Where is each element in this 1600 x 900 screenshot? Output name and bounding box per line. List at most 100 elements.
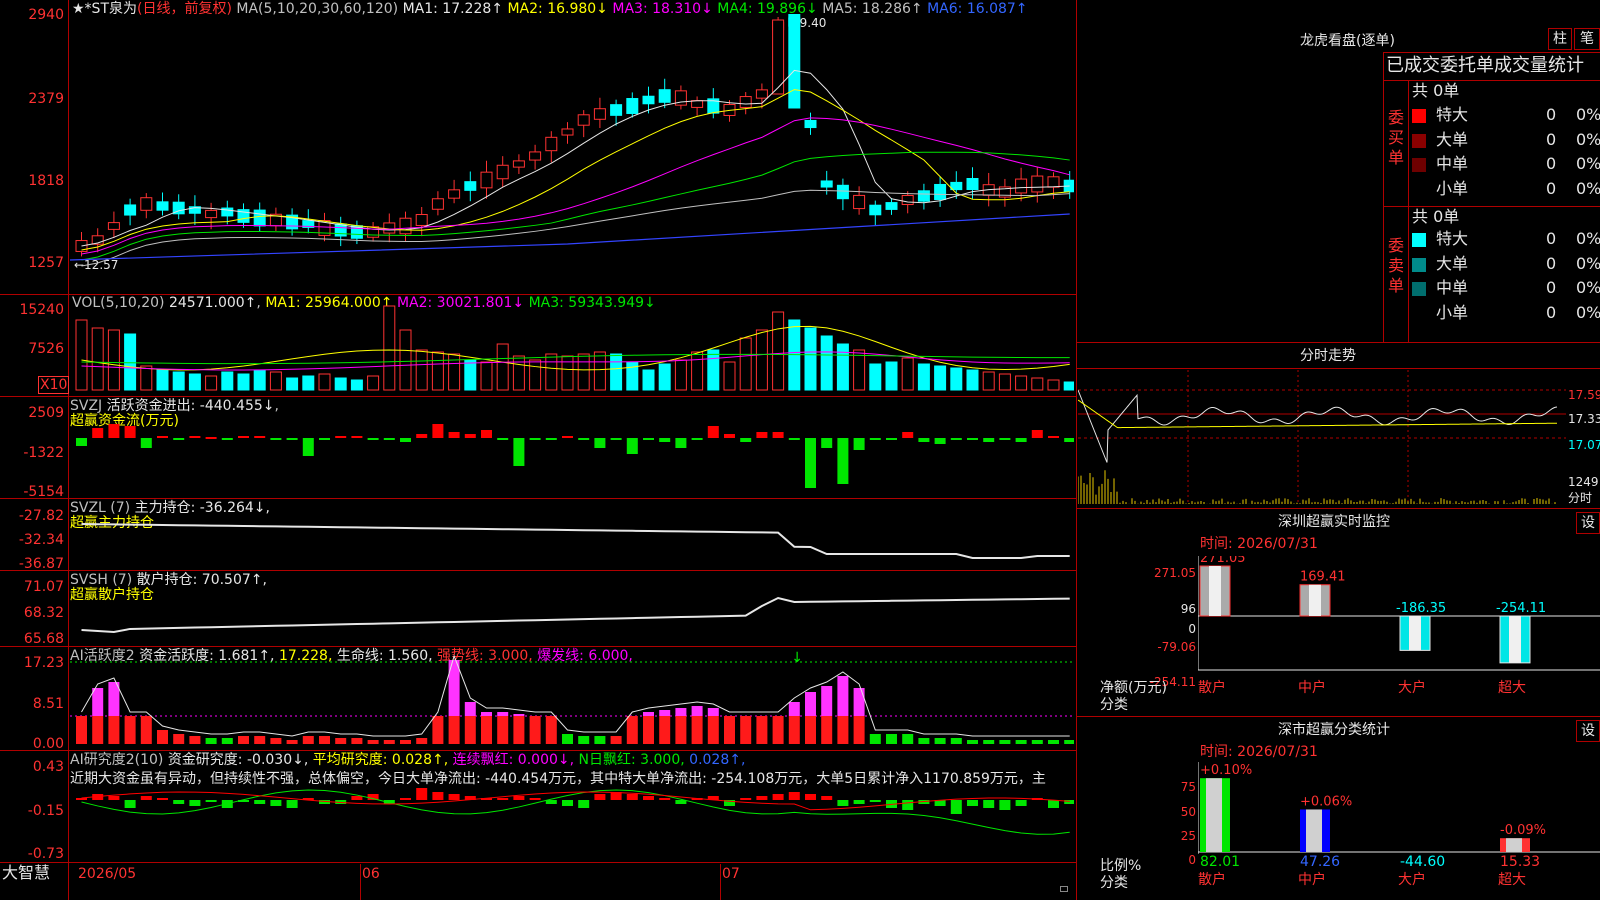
- svzj-ytick: -1322: [23, 445, 64, 461]
- stat-cat-label: 超大: [1498, 872, 1526, 888]
- research-bar: [400, 798, 411, 800]
- research-bar: [983, 800, 995, 808]
- svzj-chart[interactable]: [70, 400, 1074, 496]
- activity-bar: [351, 738, 363, 744]
- buy-name: 特大: [1436, 105, 1469, 124]
- buy-pct: 0%: [1576, 154, 1600, 173]
- svzj-bar: [238, 436, 249, 438]
- pen-mode-button[interactable]: 笔: [1574, 28, 1600, 50]
- volume-bar: [1063, 381, 1074, 391]
- svzj-bar: [869, 438, 881, 440]
- research-bar: [626, 794, 638, 800]
- activity-bar-peak: [821, 686, 833, 716]
- ai-activity-chart[interactable]: ↓: [70, 648, 1074, 748]
- stat-settings-button[interactable]: 设: [1576, 720, 1600, 742]
- volume-bar: [221, 371, 234, 391]
- svzj-bar: [383, 438, 395, 440]
- monitor-ytick: -79.06: [1157, 640, 1196, 654]
- stat-cat-label: 中户: [1298, 871, 1326, 888]
- volume-bar: [917, 363, 930, 391]
- sell-name: 中单: [1436, 278, 1469, 297]
- volume-bar: [577, 353, 590, 391]
- volume-bar: [237, 373, 250, 391]
- ai2-label: 资金研究度: -0.030↓,: [167, 752, 309, 768]
- activity-bar-peak: [643, 712, 654, 716]
- volume-bar: [464, 359, 477, 391]
- activity-bar: [788, 716, 800, 744]
- ai2-v5: 0.028↑,: [689, 752, 746, 768]
- monitor-settings-button[interactable]: 设: [1576, 512, 1600, 534]
- research-bar: [513, 796, 525, 800]
- svzj-bar: [886, 438, 897, 440]
- svsh-ytick: 68.32: [23, 605, 64, 621]
- research-bar: [497, 798, 509, 800]
- research-bar: [448, 794, 460, 800]
- volume-bar: [885, 361, 898, 391]
- volume-chart[interactable]: [70, 300, 1074, 394]
- activity-bar: [1048, 740, 1059, 744]
- svsh-chart[interactable]: [70, 572, 1074, 646]
- svsh-ytick: 71.07: [23, 579, 64, 595]
- candle-body: [626, 98, 639, 114]
- intraday-price-line: [1078, 389, 1558, 463]
- kline-ytick: 1818: [28, 173, 64, 189]
- volume-bar: [593, 351, 606, 391]
- volume-bar: [496, 343, 509, 391]
- research-bar: [416, 788, 428, 800]
- svzj-bar: [481, 430, 492, 438]
- volume-bar: [804, 327, 817, 391]
- svzj-bar: [983, 438, 995, 442]
- volume-bar: [545, 353, 558, 391]
- monitor-bar-highlight: [1209, 566, 1221, 616]
- volume-bar: [853, 349, 866, 391]
- volume-bar: [674, 359, 687, 391]
- activity-bar: [400, 740, 411, 744]
- bar-mode-button[interactable]: 柱: [1548, 28, 1572, 50]
- svzj-ytick: -5154: [23, 484, 64, 500]
- candle-body: [399, 217, 412, 235]
- buy-row: 小单 0 0%: [1412, 178, 1600, 200]
- svzj-bar: [189, 436, 201, 438]
- activity-bar: [124, 716, 136, 744]
- candle-body: [593, 108, 606, 120]
- stat-chg-label: +0.10%: [1200, 763, 1252, 778]
- svzj-bar: [400, 438, 411, 442]
- svzj-bar: [108, 424, 120, 438]
- svzl-chart[interactable]: [70, 500, 1074, 570]
- buy-name: 小单: [1436, 178, 1469, 198]
- candle-body: [383, 222, 396, 234]
- monitor-bar-highlight: [1509, 616, 1521, 663]
- research-bar: [351, 796, 363, 800]
- svzj-bar: [448, 432, 460, 438]
- kline-chart[interactable]: [70, 14, 1074, 274]
- svzj-bar: [918, 438, 930, 442]
- activity-bar: [659, 716, 671, 744]
- sell-count: 0: [1546, 253, 1557, 273]
- candle-body: [934, 183, 947, 201]
- svzj-bar: [416, 434, 428, 438]
- intraday-chart[interactable]: [1078, 370, 1566, 508]
- divider-svzj-svzl: [0, 498, 1077, 499]
- activity-bar: [448, 716, 460, 744]
- intraday-ytick: 17.33: [1568, 412, 1600, 426]
- candle-body: [415, 214, 428, 226]
- svzj-bar: [76, 438, 87, 446]
- monitor-chart[interactable]: 271.05 散户 169.41 中户 -186.35 大户 -254.11 超大: [1198, 556, 1600, 716]
- buy-pct: 0%: [1576, 178, 1600, 198]
- activity-bar-peak: [92, 688, 104, 716]
- volume-bar: [350, 379, 363, 391]
- candle-body: [545, 136, 558, 152]
- svzj-bar: [707, 426, 719, 438]
- svzj-bar: [351, 436, 363, 438]
- stat-ytick: 75: [1180, 780, 1196, 794]
- activity-bar: [707, 716, 719, 744]
- candle-body: [885, 202, 898, 210]
- buy-swatch: [1412, 109, 1426, 123]
- ai2-ytick: -0.73: [27, 846, 64, 862]
- ai-research-chart[interactable]: [70, 788, 1074, 862]
- volume-bar: [561, 355, 574, 391]
- volume-bar: [998, 373, 1011, 391]
- stat-chart[interactable]: +0.10% 82.01散户 +0.06% 47.26中户 -44.60大户 -0.09%…: [1198, 762, 1600, 900]
- svzj-bar: [432, 424, 444, 438]
- buy-swatch: [1412, 182, 1426, 197]
